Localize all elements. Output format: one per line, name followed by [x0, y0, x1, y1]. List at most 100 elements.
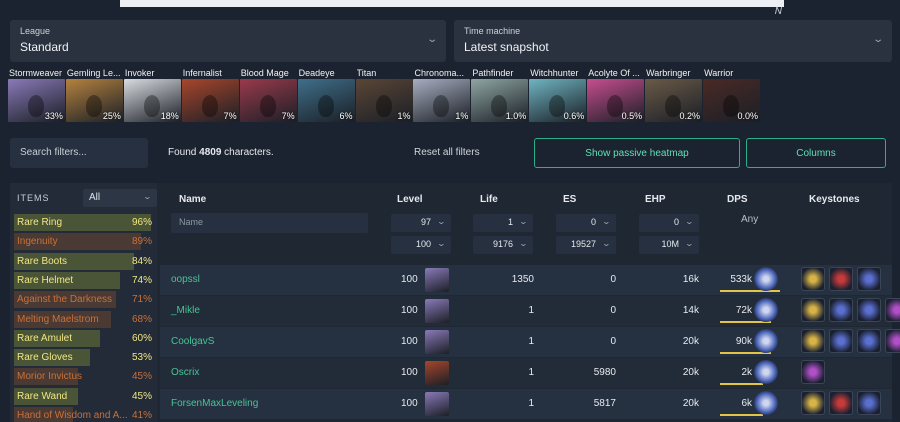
- item-name: Hand of Wisdom and A...: [17, 410, 128, 421]
- class-name: Infernalist: [182, 68, 222, 78]
- header-keystones[interactable]: Keystones: [809, 194, 860, 205]
- header-ehp[interactable]: EHP: [645, 194, 666, 205]
- class-filter-item[interactable]: Chronoma... 1%: [413, 67, 471, 122]
- character-name[interactable]: oopssl: [171, 274, 200, 285]
- level-min-select[interactable]: 97 ⌄: [391, 214, 451, 232]
- keystone-icon[interactable]: [801, 298, 825, 322]
- skill-gem-icon[interactable]: [754, 329, 778, 353]
- keystone-icon[interactable]: [829, 329, 853, 353]
- level-max-select[interactable]: 100 ⌄: [391, 236, 451, 254]
- face-icon: [28, 95, 44, 117]
- class-filter-item[interactable]: Witchhunter 0.6%: [529, 67, 587, 122]
- keystone-icon[interactable]: [801, 267, 825, 291]
- class-percentage: 1.0%: [505, 111, 527, 121]
- es-min-select[interactable]: 0 ⌄: [556, 214, 616, 232]
- time-machine-select[interactable]: Time machine Latest snapshot ⌄: [454, 20, 892, 62]
- items-filter-select[interactable]: All ⌄: [83, 189, 157, 207]
- class-filter-item[interactable]: Acolyte Of ... 0.5%: [587, 67, 645, 122]
- item-filter-row[interactable]: Rare Helmet 74%: [14, 271, 157, 289]
- class-filter-item[interactable]: Pathfinder 1.0%: [471, 67, 529, 122]
- character-name[interactable]: Oscrix: [171, 367, 199, 378]
- ehp-max-select[interactable]: 10M ⌄: [639, 236, 699, 254]
- keystone-icon[interactable]: [801, 391, 825, 415]
- character-name[interactable]: _Mikle: [171, 305, 200, 316]
- skill-gem-icon[interactable]: [754, 267, 778, 291]
- keystone-icon[interactable]: [801, 329, 825, 353]
- character-dps: 90k: [735, 336, 752, 347]
- table-row[interactable]: ForsenMaxLeveling 100 1 5817 20k 6k: [160, 389, 892, 419]
- header-name[interactable]: Name: [179, 194, 206, 205]
- skill-gem-icon[interactable]: [754, 298, 778, 322]
- skill-gem-icon[interactable]: [754, 391, 778, 415]
- item-filter-row[interactable]: Rare Amulet 60%: [14, 329, 157, 347]
- header-es[interactable]: ES: [563, 194, 576, 205]
- dps-filter[interactable]: Any: [741, 214, 758, 225]
- class-filter-item[interactable]: Warbringer 0.2%: [645, 67, 703, 122]
- class-filter-item[interactable]: Infernalist 7%: [181, 67, 239, 122]
- character-name[interactable]: ForsenMaxLeveling: [171, 398, 258, 409]
- class-name: Warbringer: [646, 68, 691, 78]
- league-select[interactable]: League Standard ⌄: [10, 20, 446, 62]
- table-row[interactable]: _Mikle 100 1 0 14k 72k: [160, 296, 900, 326]
- item-name: Rare Gloves: [17, 352, 73, 364]
- ehp-min-select[interactable]: 0 ⌄: [639, 214, 699, 232]
- character-es: 0: [610, 305, 616, 316]
- keystone-icon[interactable]: [885, 298, 900, 322]
- item-name: Rare Ring: [17, 217, 63, 228]
- class-filter-item[interactable]: Gemling Le... 25%: [65, 67, 123, 122]
- skill-gem-icon[interactable]: [754, 360, 778, 384]
- class-filter-item[interactable]: Stormweaver 33%: [8, 67, 65, 122]
- class-avatar-icon: [425, 330, 449, 354]
- class-name: Deadeye: [298, 68, 335, 78]
- keystone-icon[interactable]: [801, 360, 825, 384]
- item-filter-row[interactable]: Morior Invictus 45%: [14, 368, 157, 386]
- character-level: 100: [401, 274, 418, 285]
- keystone-icon[interactable]: [857, 391, 881, 415]
- header-level[interactable]: Level: [397, 194, 423, 205]
- keystone-icon[interactable]: [829, 391, 853, 415]
- chevron-down-icon: ⌄: [684, 239, 695, 248]
- dps-bar: [720, 414, 764, 416]
- columns-button[interactable]: Columns: [746, 138, 886, 168]
- dps-bar: [720, 290, 780, 292]
- table-row[interactable]: Oscrix 100 1 5980 20k 2k: [160, 358, 892, 388]
- es-max-select[interactable]: 19527 ⌄: [556, 236, 616, 254]
- life-max-select[interactable]: 9176 ⌄: [473, 236, 533, 254]
- life-min-select[interactable]: 1 ⌄: [473, 214, 533, 232]
- item-filter-row[interactable]: Against the Darkness 71%: [14, 291, 157, 309]
- keystone-icon[interactable]: [829, 267, 853, 291]
- name-filter-input[interactable]: Name: [171, 213, 368, 233]
- item-filter-row[interactable]: Rare Boots 84%: [14, 252, 157, 270]
- class-filter-item[interactable]: Warrior 0.0%: [703, 67, 761, 122]
- table-row[interactable]: oopssl 100 1350 0 16k 533k: [160, 265, 892, 295]
- keystone-icon[interactable]: [857, 329, 881, 353]
- keystone-icon[interactable]: [857, 298, 881, 322]
- item-name: Rare Amulet: [17, 332, 73, 344]
- item-filter-row[interactable]: Rare Wand 45%: [14, 387, 157, 405]
- keystone-icon[interactable]: [829, 298, 853, 322]
- item-filter-row[interactable]: Ingenuity 89%: [14, 233, 157, 251]
- item-filter-row[interactable]: Rare Gloves 53%: [14, 349, 157, 367]
- search-filters-input[interactable]: Search filters...: [10, 138, 148, 168]
- time-machine-label: Time machine: [464, 26, 521, 36]
- header-dps[interactable]: DPS: [727, 194, 748, 205]
- header-life[interactable]: Life: [480, 194, 498, 205]
- item-filter-row[interactable]: Hand of Wisdom and A... 41%: [14, 407, 157, 422]
- keystone-icon[interactable]: [857, 267, 881, 291]
- table-row[interactable]: CoolgavS 100 1 0 20k 90k: [160, 327, 900, 357]
- show-heatmap-button[interactable]: Show passive heatmap: [534, 138, 740, 168]
- character-es: 0: [610, 274, 616, 285]
- keystone-icon[interactable]: [885, 329, 900, 353]
- face-icon: [375, 95, 392, 117]
- class-filter-item[interactable]: Deadeye 6%: [297, 67, 355, 122]
- character-name[interactable]: CoolgavS: [171, 336, 214, 347]
- character-level: 100: [401, 367, 418, 378]
- class-filter-item[interactable]: Titan 1%: [355, 67, 413, 122]
- item-filter-row[interactable]: Melting Maelstrom 68%: [14, 310, 157, 328]
- class-filter-item[interactable]: Invoker 18%: [123, 67, 181, 122]
- class-filter-item[interactable]: Blood Mage 7%: [239, 67, 297, 122]
- character-ehp: 16k: [682, 274, 699, 285]
- class-percentage: 7%: [223, 111, 237, 121]
- reset-filters-button[interactable]: Reset all filters: [414, 147, 480, 158]
- item-filter-row[interactable]: Rare Ring 96%: [14, 214, 157, 231]
